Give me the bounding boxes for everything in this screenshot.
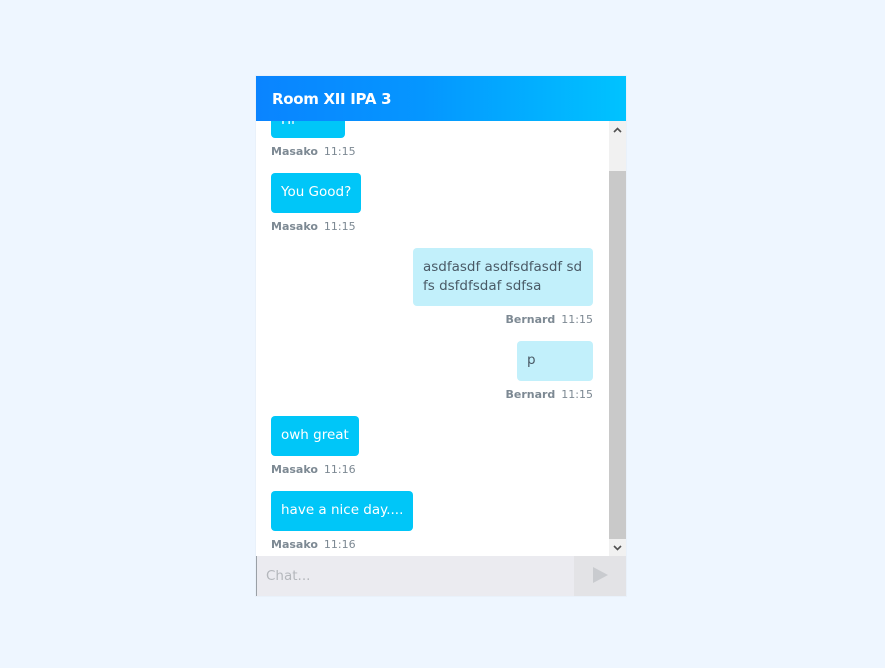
message-sender: Bernard <box>505 313 556 326</box>
chat-window: Room XII IPA 3 Hi Masako 11:15 You Good? … <box>256 76 626 596</box>
message-sender: Masako <box>271 145 318 158</box>
send-icon <box>591 566 609 587</box>
message-text: You Good? <box>281 184 352 200</box>
message-meta: Masako 11:16 <box>271 463 356 476</box>
message-time: 11:15 <box>323 145 356 158</box>
message-time: 11:16 <box>323 538 356 551</box>
message-sender: Masako <box>271 463 318 476</box>
message-bubble: You Good? <box>271 173 362 213</box>
message-bubble: asdfasdf asdfsdfasdf sd fs dsfdfsdaf sdf… <box>413 248 593 306</box>
message-meta: Masako 11:16 <box>271 538 356 551</box>
message-text: have a nice day.... <box>281 502 404 518</box>
message-meta: Masako 11:15 <box>271 145 356 158</box>
message-time: 11:16 <box>323 463 356 476</box>
message-text: asdfasdf asdfsdfasdf sd fs dsfdfsdaf sdf… <box>423 259 583 294</box>
scrollbar-thumb[interactable] <box>609 171 626 539</box>
chevron-up-icon[interactable] <box>609 121 626 138</box>
message-bubble: owh great <box>271 416 359 456</box>
message-bubble: Hi <box>271 121 345 138</box>
message-time: 11:15 <box>323 220 356 233</box>
messages-panel[interactable]: Hi Masako 11:15 You Good? Masako 11:15 asd… <box>256 121 609 556</box>
message-meta: Masako 11:15 <box>271 220 356 233</box>
message-bubble: have a nice day.... <box>271 491 414 531</box>
messages-scrollbar[interactable] <box>609 121 626 556</box>
message-bubble: p <box>517 341 593 381</box>
chat-header: Room XII IPA 3 <box>256 76 626 121</box>
message-sender: Masako <box>271 538 318 551</box>
room-title: Room XII IPA 3 <box>272 89 392 108</box>
message-sender: Bernard <box>505 388 556 401</box>
message-text: owh great <box>281 427 349 443</box>
message-time: 11:15 <box>561 313 593 326</box>
message-text: p <box>527 352 536 368</box>
send-button[interactable] <box>574 556 626 596</box>
chevron-down-icon[interactable] <box>609 539 626 556</box>
message-text: Hi <box>281 121 295 128</box>
message-meta: Bernard 11:15 <box>505 388 593 401</box>
message-meta: Bernard 11:15 <box>505 313 593 326</box>
message-sender: Masako <box>271 220 318 233</box>
chat-input[interactable] <box>256 556 574 596</box>
composer-bar <box>256 556 626 596</box>
message-time: 11:15 <box>561 388 593 401</box>
